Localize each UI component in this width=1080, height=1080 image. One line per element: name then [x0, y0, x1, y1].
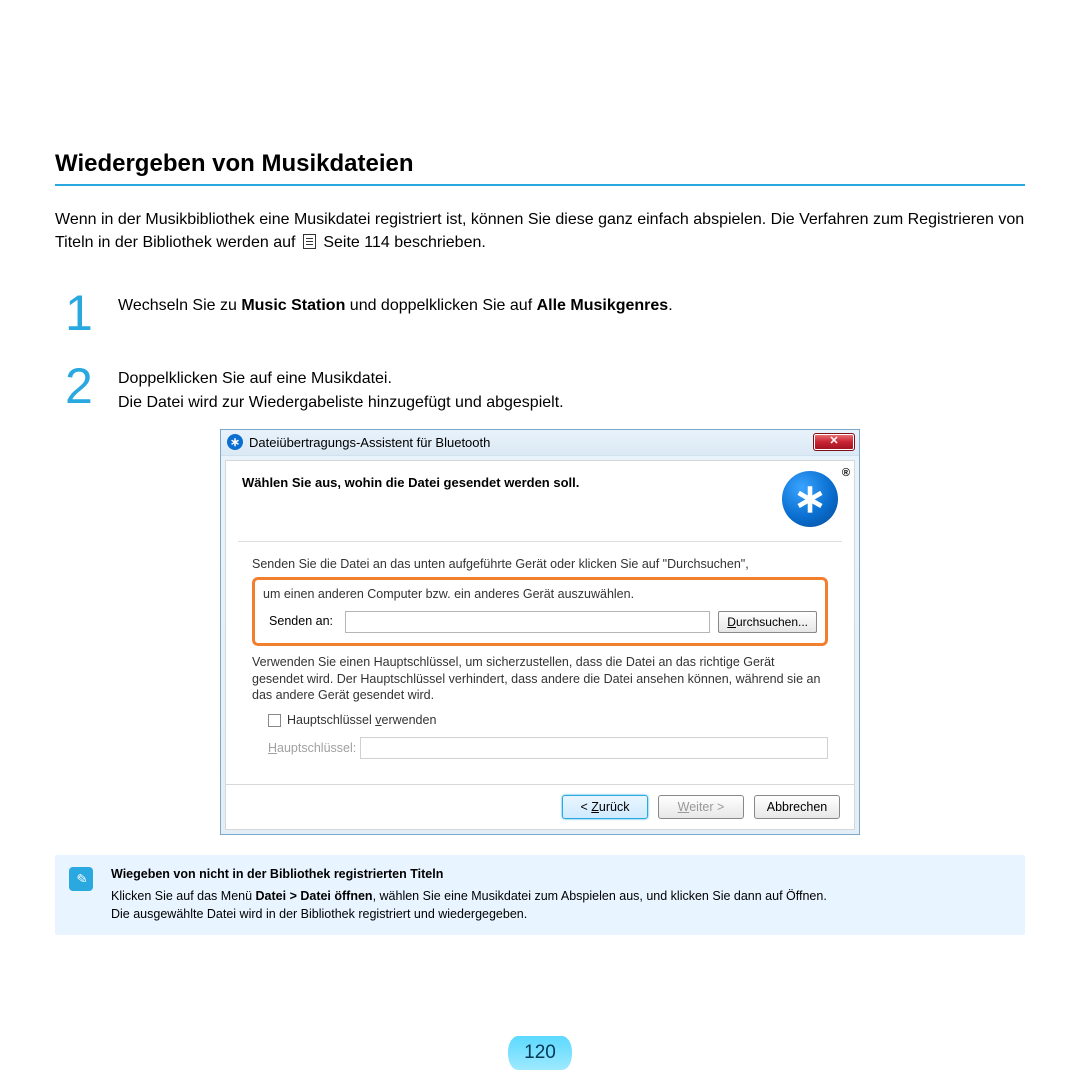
bluetooth-wizard-dialog: ∗ Dateiübertragungs-Assistent für Blueto… — [220, 429, 860, 835]
glyph: ∗ — [793, 476, 827, 522]
step-1-text: Wechseln Sie zu Music Station und doppel… — [118, 292, 673, 318]
wizard-content: Senden Sie die Datei an das unten aufgef… — [242, 556, 838, 759]
bluetooth-logo-icon: ∗ — [782, 471, 838, 527]
text: , wählen Sie eine Musikdatei zum Abspiel… — [373, 889, 827, 903]
close-button[interactable]: ✕ — [813, 433, 855, 451]
step-1: 1 Wechseln Sie zu Music Station und dopp… — [55, 292, 1025, 335]
text: . — [668, 297, 672, 314]
send-to-input[interactable] — [345, 611, 710, 633]
separator — [238, 541, 842, 542]
cancel-button[interactable]: Abbrechen — [754, 795, 840, 819]
browse-button[interactable]: Durchsuchen... — [718, 611, 817, 633]
note-box: ✎ Wiegeben von nicht in der Bibliothek r… — [55, 855, 1025, 935]
intro-text-2: Seite 114 beschrieben. — [323, 234, 485, 251]
dialog-body: Wählen Sie aus, wohin die Datei gesendet… — [225, 460, 855, 830]
bold-text: Music Station — [241, 297, 345, 314]
note-line-2: Die ausgewählte Datei wird in der Biblio… — [111, 905, 1011, 923]
wizard-heading: Wählen Sie aus, wohin die Datei gesendet… — [242, 471, 782, 490]
note-title: Wiegeben von nicht in der Bibliothek reg… — [111, 865, 1011, 883]
step-2-text: Doppelklicken Sie auf eine Musikdatei. D… — [118, 365, 564, 415]
step-number: 2 — [65, 365, 110, 408]
bluetooth-icon: ∗ — [227, 434, 243, 450]
next-button: Weiter > — [658, 795, 744, 819]
page-number: 120 — [508, 1036, 572, 1070]
text: Die Datei wird zur Wiedergabeliste hinzu… — [118, 394, 564, 411]
title-underline — [55, 184, 1025, 186]
browse-label-rest: urchsuchen... — [736, 615, 808, 629]
section-title: Wiedergeben von Musikdateien — [55, 150, 1025, 178]
key-input-row: Hauptschlüssel: — [268, 737, 828, 759]
step-number: 1 — [65, 292, 110, 335]
key-paragraph: Verwenden Sie einen Hauptschlüssel, um s… — [252, 654, 828, 705]
key-field-label: Hauptschlüssel: — [268, 740, 354, 757]
key-input — [360, 737, 828, 759]
step-2: 2 Doppelklicken Sie auf eine Musikdatei.… — [55, 365, 1025, 415]
instruction-line-2: um einen anderen Computer bzw. ein ander… — [263, 586, 817, 603]
glyph: ∗ — [230, 435, 240, 449]
close-icon: ✕ — [829, 436, 838, 447]
note-line-1: Klicken Sie auf das Menü Datei > Datei ö… — [111, 887, 1011, 905]
send-highlight-box: um einen anderen Computer bzw. ein ander… — [252, 577, 828, 646]
send-to-label: Senden an: — [263, 613, 337, 630]
dialog-footer: < Zurück Weiter > Abbrechen — [226, 784, 854, 829]
back-button[interactable]: < Zurück — [562, 795, 648, 819]
use-key-checkbox-row[interactable]: Hauptschlüssel verwenden — [268, 712, 828, 729]
checkbox-icon[interactable] — [268, 714, 281, 727]
intro-paragraph: Wenn in der Musikbibliothek eine Musikda… — [55, 208, 1025, 254]
intro-text-1: Wenn in der Musikbibliothek eine Musikda… — [55, 211, 1024, 251]
key-section: Verwenden Sie einen Hauptschlüssel, um s… — [252, 654, 828, 760]
dialog-title: Dateiübertragungs-Assistent für Bluetoot… — [249, 435, 490, 450]
use-key-label: Hauptschlüssel verwenden — [287, 712, 436, 729]
text: Wechseln Sie zu — [118, 297, 241, 314]
text: Doppelklicken Sie auf eine Musikdatei. — [118, 370, 392, 387]
bold-text: Datei > Datei öffnen — [256, 889, 373, 903]
instruction-line-1: Senden Sie die Datei an das unten aufgef… — [252, 556, 828, 573]
bold-text: Alle Musikgenres — [537, 297, 669, 314]
page-ref-icon — [303, 234, 316, 249]
wizard-header: Wählen Sie aus, wohin die Datei gesendet… — [242, 471, 838, 527]
send-to-row: Senden an: Durchsuchen... — [263, 611, 817, 633]
note-icon: ✎ — [69, 867, 93, 891]
text: und doppelklicken Sie auf — [345, 297, 536, 314]
text: Klicken Sie auf das Menü — [111, 889, 256, 903]
dialog-titlebar: ∗ Dateiübertragungs-Assistent für Blueto… — [221, 430, 859, 456]
